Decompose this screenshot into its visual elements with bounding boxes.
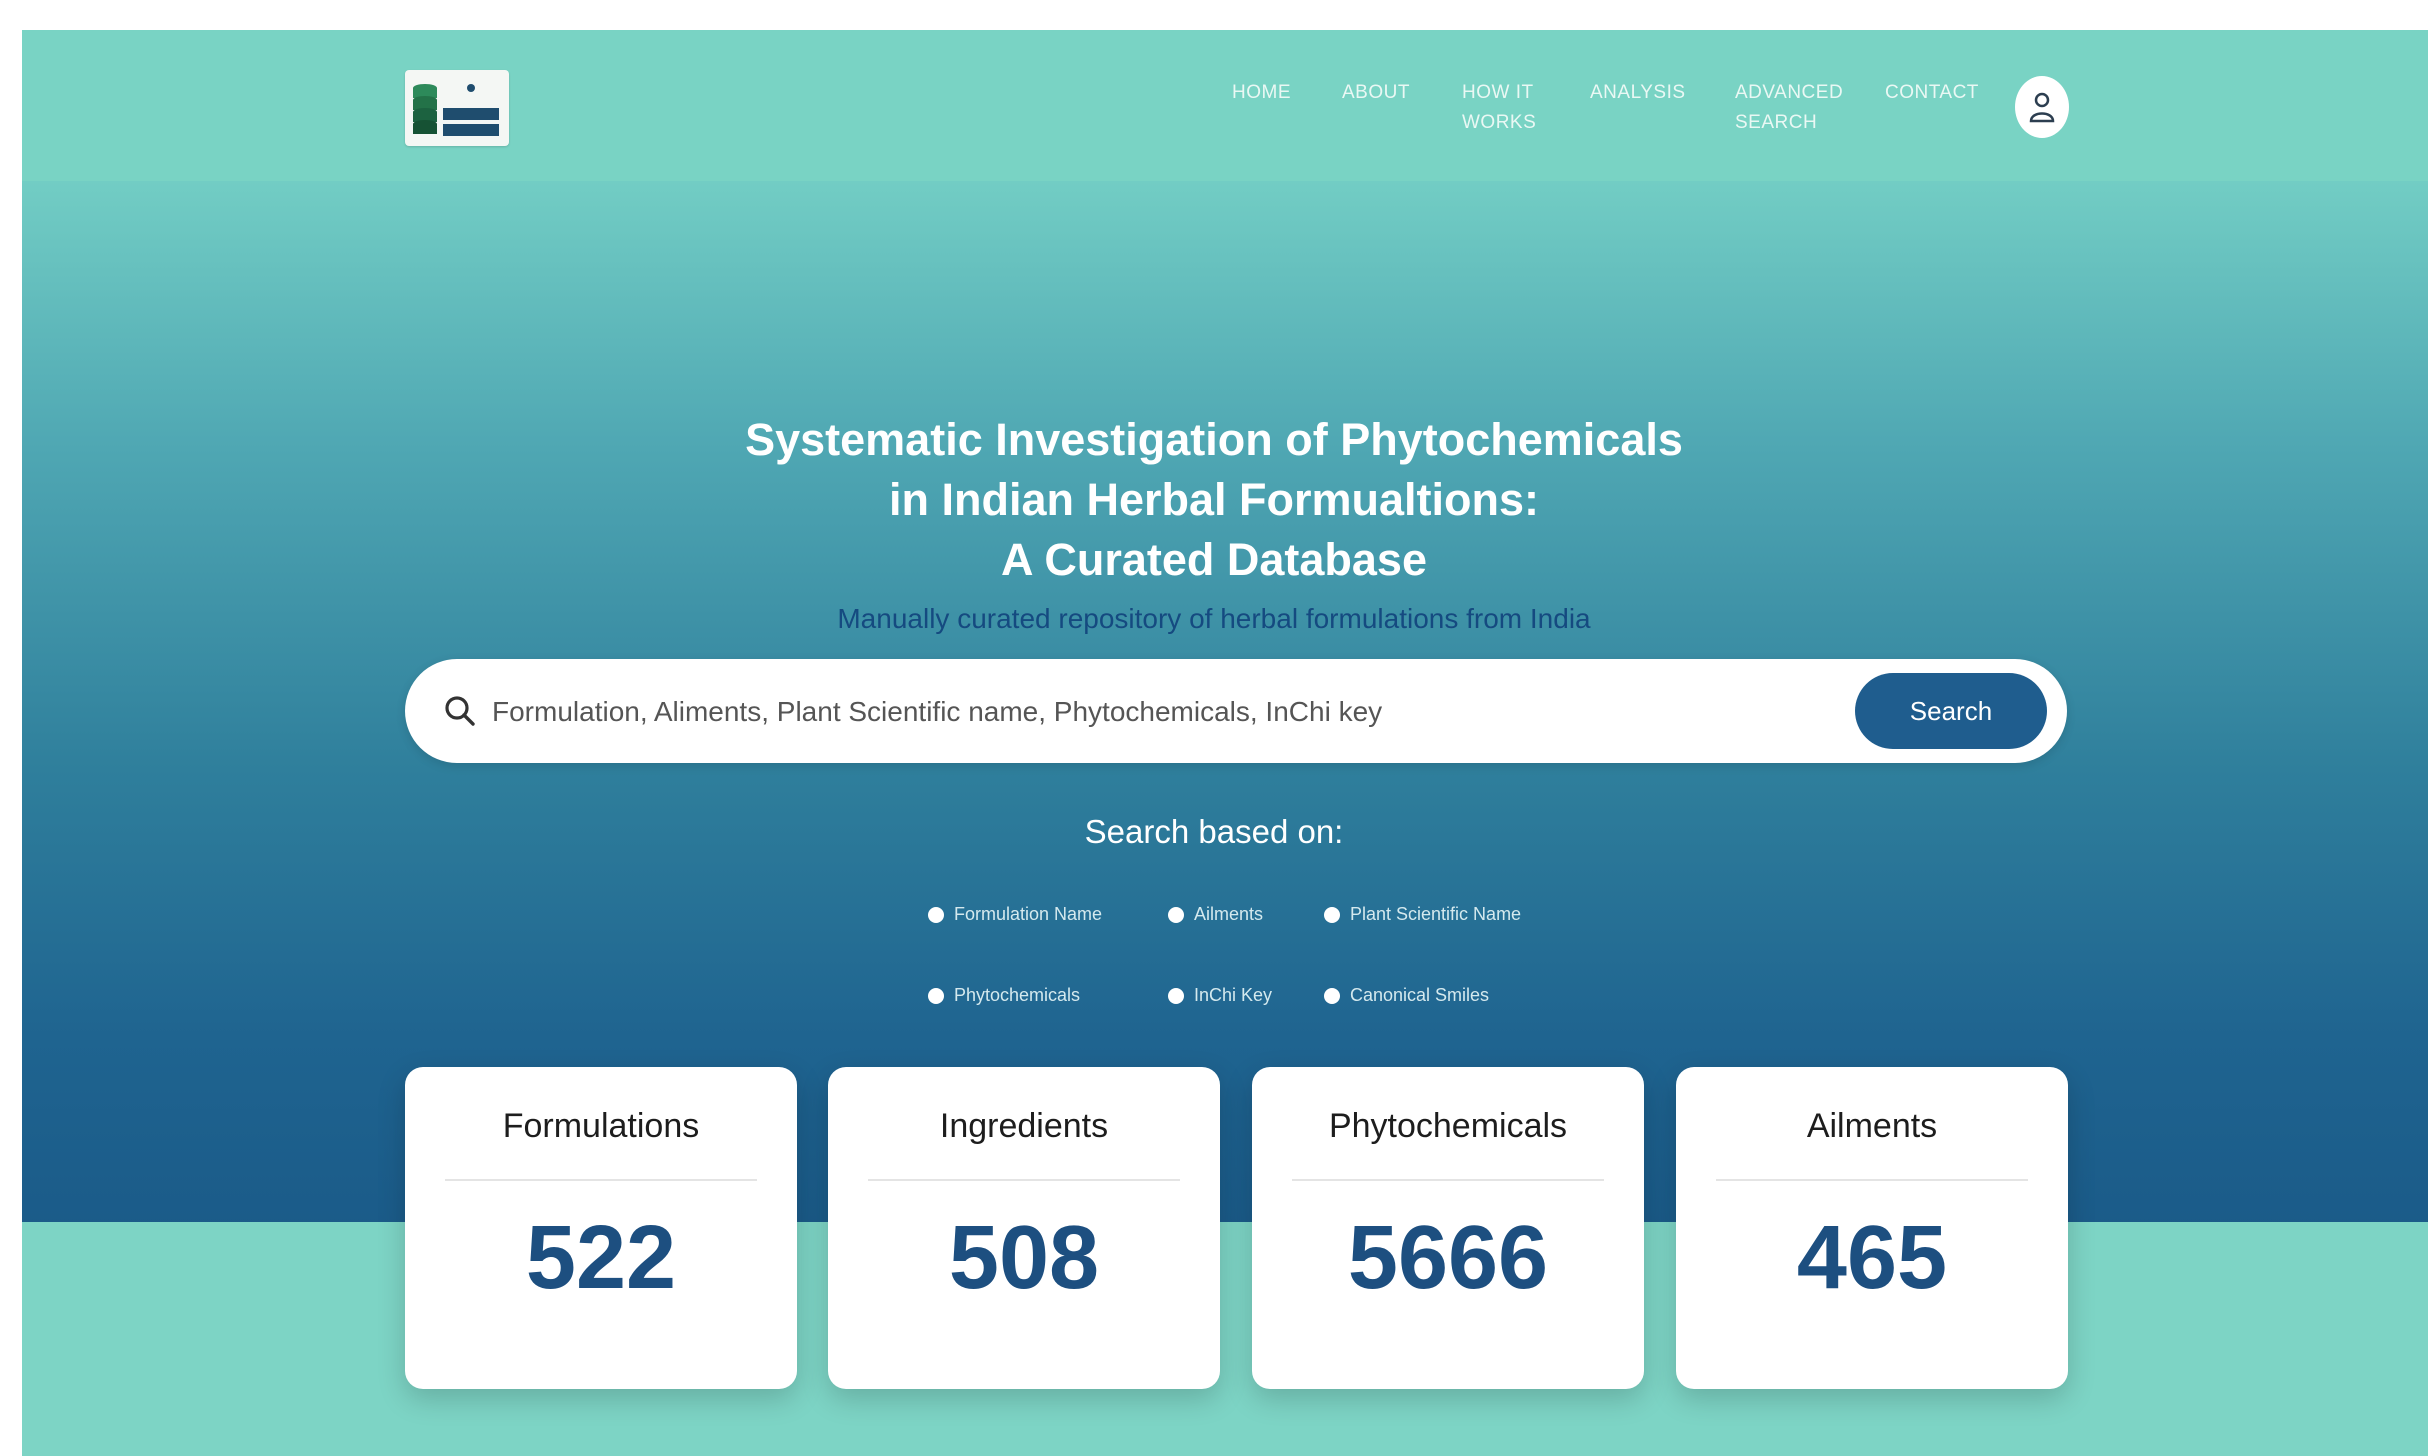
option-label: Phytochemicals [954,985,1081,1005]
radio-dot-icon [1168,906,1184,923]
stat-card-phytochemicals[interactable]: Phytochemicals 5666 [1252,1067,1644,1389]
user-icon [2029,92,2055,123]
hero-title-line-1: Systematic Investigation of Phytochemica… [745,414,1683,465]
nav-analysis[interactable]: ANALYSIS [1590,78,1735,138]
nav-how-it-works[interactable]: HOW IT WORKS [1462,78,1590,138]
stat-label: Ingredients [939,1107,1109,1145]
stat-label: Ailments [1806,1107,1938,1145]
nav-home[interactable]: HOME [1232,78,1342,138]
option-inchi-key[interactable]: InChi Key [1168,985,1272,1006]
hero-subtitle: Manually curated repository of herbal fo… [837,603,1591,634]
site-logo[interactable] [405,70,509,146]
option-label: Ailments [1194,904,1264,924]
user-account-button[interactable] [2015,76,2069,138]
option-plant-scientific-name[interactable]: Plant Scientific Name [1324,904,1521,925]
radio-dot-icon [1324,906,1340,923]
option-label: InChi Key [1194,985,1273,1005]
search-input[interactable] [490,683,1734,741]
search-based-on-label: Search based on: [1084,813,1344,850]
top-navbar: HOME ABOUT HOW IT WORKS ANALYSIS ADVANCE… [22,30,2428,181]
database-logo-icon [409,74,505,142]
hero-title-line-3: A Curated Database [1001,534,1427,585]
option-label: Canonical Smiles [1350,985,1490,1005]
nav-menu: HOME ABOUT HOW IT WORKS ANALYSIS ADVANCE… [1232,78,2005,138]
option-label: Plant Scientific Name [1350,904,1522,924]
page-frame: HOME ABOUT HOW IT WORKS ANALYSIS ADVANCE… [22,30,2428,1456]
hero-title: Systematic Investigation of Phytochemica… [22,410,2428,590]
stat-divider [1716,1179,2028,1181]
stat-divider [445,1179,757,1181]
stat-divider [1292,1179,1604,1181]
option-formulation-name[interactable]: Formulation Name [928,904,1102,925]
search-icon [445,696,475,726]
stat-value: 522 [525,1208,677,1308]
radio-dot-icon [1324,987,1340,1004]
radio-dot-icon [928,906,944,923]
stat-label: Formulations [502,1107,700,1145]
search-button[interactable]: Search [1855,673,2047,749]
stat-divider [868,1179,1180,1181]
stat-label: Phytochemicals [1328,1107,1568,1145]
stat-card-ingredients[interactable]: Ingredients 508 [828,1067,1220,1389]
radio-dot-icon [1168,987,1184,1004]
hero-title-line-2: in Indian Herbal Formualtions: [888,474,1540,525]
nav-about[interactable]: ABOUT [1342,78,1462,138]
option-canonical-smiles[interactable]: Canonical Smiles [1324,985,1489,1006]
stat-value: 5666 [1347,1208,1549,1308]
search-bar: Search [405,659,2067,763]
radio-dot-icon [928,987,944,1004]
nav-advanced-search[interactable]: ADVANCED SEARCH [1735,78,1885,138]
option-label: Formulation Name [954,904,1103,924]
stat-card-ailments[interactable]: Ailments 465 [1676,1067,2068,1389]
stat-value: 465 [1796,1208,1948,1308]
option-ailments[interactable]: Ailments [1168,904,1263,925]
stat-value: 508 [948,1208,1100,1308]
option-phytochemicals[interactable]: Phytochemicals [928,985,1080,1006]
stat-card-formulations[interactable]: Formulations 522 [405,1067,797,1389]
nav-contact[interactable]: CONTACT [1885,78,2005,138]
